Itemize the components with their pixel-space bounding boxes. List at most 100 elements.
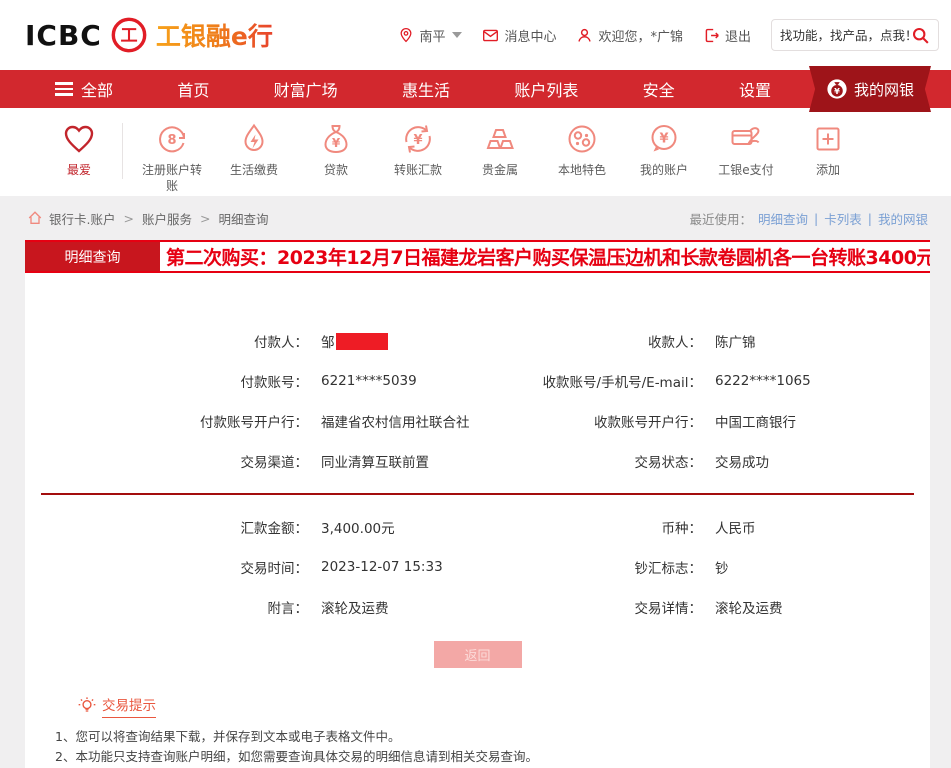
quick-item-register-transfer[interactable]: 8 注册账户转账 — [131, 121, 213, 194]
tip-item: 2、本功能只支持查询账户明细，如您需要查询具体交易的明细信息请到相关交易查询。 — [55, 747, 910, 767]
amount-value: 3,400.00元 — [308, 517, 395, 537]
svg-text:¥: ¥ — [659, 132, 668, 147]
my-ebank-tab[interactable]: ¥ 我的网银 — [809, 66, 931, 112]
top-header: ICBC 工 工银融e行 南平 消息中心 欢迎您，*广锦 — [0, 0, 951, 70]
detail-row-memo-detail: 附言： 滚轮及运费 交易详情： 滚轮及运费 — [25, 587, 930, 627]
payer-bank-value: 福建省农村信用社联合社 — [308, 411, 470, 431]
svg-text:¥: ¥ — [834, 86, 840, 96]
tip-item: 1、您可以将查询结果下载，并保存到文本或电子表格文件中。 — [55, 727, 910, 747]
payee-bank-value: 中国工商银行 — [702, 411, 796, 431]
icbc-emblem-icon: 工 — [110, 16, 148, 54]
user-icon — [576, 27, 593, 44]
payee-value: 陈广锦 — [702, 331, 756, 351]
memo-value: 滚轮及运费 — [308, 597, 389, 617]
field-label: 钞汇标志： — [500, 557, 702, 577]
detail-row-accounts: 付款账号： 6221****5039 收款账号/手机号/E-mail： 6222… — [25, 361, 930, 401]
nav-item-all-label: 全部 — [81, 77, 113, 101]
nav-item-wealth-plaza[interactable]: 财富广场 — [274, 77, 338, 101]
quick-item-loan[interactable]: ¥ 贷款 — [295, 121, 377, 179]
recent-link-detail-query[interactable]: 明细查询 — [758, 209, 808, 228]
quick-item-label: 生活缴费 — [230, 163, 278, 179]
my-ebank-label: 我的网银 — [854, 79, 914, 100]
nav-item-account-list[interactable]: 账户列表 — [514, 77, 578, 101]
breadcrumb-separator: > — [123, 211, 133, 226]
field-label: 附言： — [25, 597, 308, 617]
logout-label: 退出 — [725, 26, 751, 45]
nav-item-home[interactable]: 首页 — [177, 77, 209, 101]
quick-item-label: 转账汇款 — [394, 163, 442, 179]
status-value: 交易成功 — [702, 451, 769, 471]
svg-text:8: 8 — [167, 133, 176, 148]
cash-flag-value: 钞 — [702, 557, 729, 577]
quick-item-label: 本地特色 — [558, 163, 606, 179]
quick-item-label: 最爱 — [67, 163, 91, 179]
field-label: 汇款金额： — [25, 517, 308, 537]
svg-text:工: 工 — [120, 26, 137, 46]
menu-icon — [55, 82, 73, 96]
section-divider — [41, 493, 914, 495]
nav-item-life[interactable]: 惠生活 — [402, 77, 450, 101]
quick-item-add[interactable]: 添加 — [787, 121, 869, 179]
quick-item-epay[interactable]: 工银e支付 — [705, 121, 787, 179]
nav-item-security[interactable]: 安全 — [643, 77, 675, 101]
breadcrumb-separator: > — [200, 211, 210, 226]
quick-item-label: 添加 — [816, 163, 840, 179]
icbc-logo-text: ICBC — [25, 19, 102, 52]
quick-item-label: 我的账户 — [640, 163, 688, 179]
search-input[interactable] — [780, 28, 911, 43]
svg-text:¥: ¥ — [413, 133, 422, 148]
breadcrumb: 银行卡.账户 > 账户服务 > 明细查询 — [27, 209, 268, 228]
recently-used-label: 最近使用： — [690, 209, 753, 228]
quick-item-precious-metals[interactable]: 贵金属 — [459, 121, 541, 179]
quick-item-my-account[interactable]: ¥ 我的账户 — [623, 121, 705, 179]
logout-button[interactable]: 退出 — [703, 26, 751, 45]
welcome-user[interactable]: 欢迎您，*广锦 — [576, 26, 683, 45]
search-box — [771, 19, 939, 51]
add-icon — [810, 121, 846, 157]
panel-header: 明细查询 第二次购买：2023年12月7日福建龙岩客户购买保温压边机和长款卷圆机… — [25, 240, 930, 273]
message-center-link[interactable]: 消息中心 — [482, 26, 556, 45]
field-label: 交易渠道： — [25, 451, 308, 471]
breadcrumb-item[interactable]: 银行卡.账户 — [49, 209, 115, 228]
detail-row-time-cashflag: 交易时间： 2023-12-07 15:33 钞汇标志： 钞 — [25, 547, 930, 587]
recently-used: 最近使用： 明细查询 | 卡列表 | 我的网银 — [690, 209, 929, 228]
tab-detail-query[interactable]: 明细查询 — [25, 242, 160, 271]
recent-link-my-ebank[interactable]: 我的网银 — [878, 209, 928, 228]
field-label: 收款账号/手机号/E-mail： — [500, 371, 702, 391]
quick-item-label: 工银e支付 — [718, 163, 773, 179]
transaction-tips: 交易提示 1、您可以将查询结果下载，并保存到文本或电子表格文件中。 2、本功能只… — [25, 694, 930, 768]
location-label: 南平 — [419, 26, 445, 45]
logout-icon — [703, 27, 720, 44]
nav-item-settings[interactable]: 设置 — [739, 77, 771, 101]
back-button[interactable]: 返回 — [434, 641, 522, 668]
quick-item-local-features[interactable]: 本地特色 — [541, 121, 623, 179]
icbc-logo-cn: 工银融e行 — [156, 17, 273, 53]
quick-item-label: 贵金属 — [482, 163, 518, 179]
quick-item-life-payment[interactable]: 生活缴费 — [213, 121, 295, 179]
loan-icon: ¥ — [318, 121, 354, 157]
field-label: 付款账号开户行： — [25, 411, 308, 431]
svg-text:¥: ¥ — [332, 136, 341, 150]
breadcrumb-item[interactable]: 账户服务 — [142, 209, 192, 228]
breadcrumb-item-current: 明细查询 — [218, 209, 268, 228]
field-label: 交易状态： — [500, 451, 702, 471]
nav-item-all[interactable]: 全部 — [55, 77, 113, 101]
precious-metals-icon — [482, 121, 518, 157]
local-features-icon — [564, 121, 600, 157]
search-icon[interactable] — [911, 26, 930, 45]
field-label: 交易时间： — [25, 557, 308, 577]
recent-link-card-list[interactable]: 卡列表 — [824, 209, 862, 228]
location-pin-icon — [398, 27, 414, 43]
annotation-banner: 第二次购买：2023年12月7日福建龙岩客户购买保温压边机和长款卷圆机各一台转账… — [160, 242, 930, 271]
breadcrumb-row: 银行卡.账户 > 账户服务 > 明细查询 最近使用： 明细查询 | 卡列表 | … — [0, 196, 951, 240]
moneybag-icon: ¥ — [826, 78, 848, 100]
time-value: 2023-12-07 15:33 — [308, 559, 443, 575]
detail-row-banks: 付款账号开户行： 福建省农村信用社联合社 收款账号开户行： 中国工商银行 — [25, 401, 930, 441]
quick-item-favorites[interactable]: 最爱 — [38, 121, 120, 179]
location-selector[interactable]: 南平 — [398, 26, 462, 45]
chevron-down-icon — [452, 32, 462, 38]
field-label: 付款人： — [25, 331, 308, 351]
home-icon[interactable] — [27, 210, 43, 226]
quick-item-transfer-remit[interactable]: ¥ 转账汇款 — [377, 121, 459, 179]
detail-row-amount-currency: 汇款金额： 3,400.00元 币种： 人民币 — [25, 507, 930, 547]
